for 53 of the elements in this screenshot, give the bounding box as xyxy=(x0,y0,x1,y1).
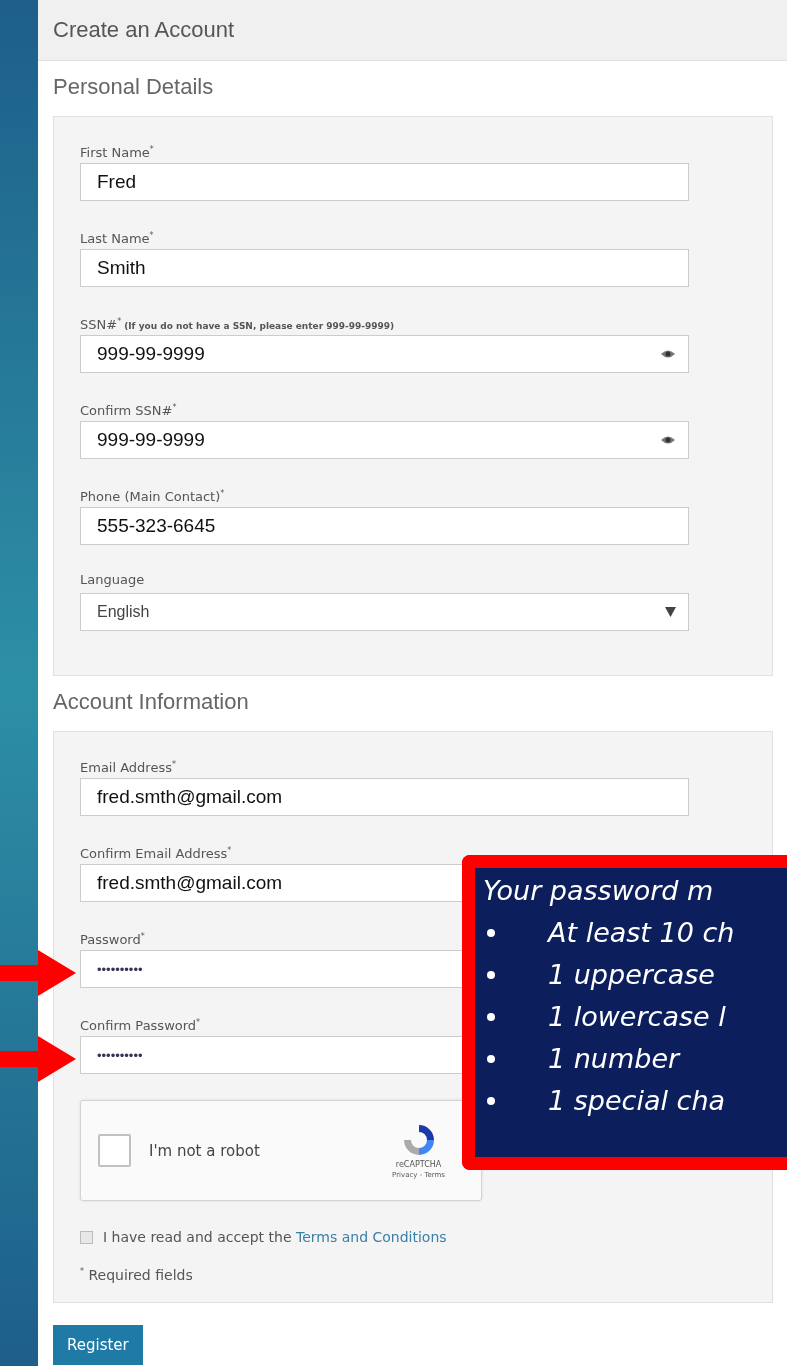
input-field[interactable]: Smith xyxy=(80,249,689,287)
password-dots: •••••••••• xyxy=(97,1047,143,1063)
field-value: fred.smth@gmail.com xyxy=(97,872,283,894)
requirement-text: 1 special cha xyxy=(548,1084,726,1118)
input-field[interactable]: Fred xyxy=(80,163,689,201)
field-note: (If you do not have a SSN, please enter 999-99-9999) xyxy=(124,321,395,331)
input-field[interactable]: 555-323-6645 xyxy=(80,507,689,545)
field-label: Last Name$^{*}$ xyxy=(80,230,154,245)
bullet-icon xyxy=(487,1097,495,1105)
field-label: Language xyxy=(80,571,145,589)
arrow-icon xyxy=(0,1036,76,1082)
field-label: Confirm Email Address$^{*}$ xyxy=(80,845,232,860)
field-label: Confirm SSN#$^{*}$ xyxy=(80,402,177,417)
bullet-icon xyxy=(487,929,495,937)
captcha-label: I'm not a robot xyxy=(149,1141,260,1160)
dropdown-arrow-icon[interactable] xyxy=(665,607,676,617)
password-dots: •••••••••• xyxy=(97,961,143,977)
section-heading: Personal Details xyxy=(53,74,214,100)
field-label: SSN#$^{*}$ xyxy=(80,316,122,331)
captcha-brand: reCAPTCHA xyxy=(395,1160,442,1169)
field-value: Smith xyxy=(97,257,146,279)
register-button[interactable]: Register xyxy=(53,1325,143,1365)
input-field[interactable]: 999-99-9999 xyxy=(80,335,689,373)
arrow-icon xyxy=(0,950,76,996)
field-label: Password$^{*}$ xyxy=(80,931,145,946)
captcha-checkbox[interactable] xyxy=(98,1134,131,1167)
field-value: 999-99-9999 xyxy=(97,343,205,365)
bullet-icon xyxy=(487,1055,495,1063)
eye-icon[interactable] xyxy=(660,435,676,445)
section-heading: Account Information xyxy=(53,689,249,715)
bullet-icon xyxy=(487,1013,495,1021)
terms-text: I have read and accept the Terms and Conditions xyxy=(103,1229,447,1245)
language-dropdown[interactable]: English xyxy=(80,593,689,631)
field-label: Phone (Main Contact)$^{*}$ xyxy=(80,488,225,503)
requirement-text: 1 number xyxy=(548,1042,680,1076)
field-value: 555-323-6645 xyxy=(97,515,216,537)
field-value: English xyxy=(97,603,150,621)
field-value: 999-99-9999 xyxy=(97,429,205,451)
bullet-icon xyxy=(487,971,495,979)
field-value: Fred xyxy=(97,171,137,193)
field-label: Confirm Password$^{*}$ xyxy=(80,1017,201,1032)
page-title: Create an Account xyxy=(53,17,234,43)
input-field[interactable]: 999-99-9999 xyxy=(80,421,689,459)
eye-icon[interactable] xyxy=(660,349,676,359)
requirement-text: At least 10 ch xyxy=(548,916,735,950)
terms-link[interactable]: Terms and Conditions xyxy=(296,1229,447,1245)
field-value: fred.smth@gmail.com xyxy=(97,786,283,808)
required-note: $^{*}$ Required fields xyxy=(80,1267,193,1283)
terms-checkbox[interactable] xyxy=(80,1230,93,1244)
field-label: Email Address$^{*}$ xyxy=(80,759,176,774)
input-field[interactable]: fred.smth@gmail.com xyxy=(80,778,689,816)
field-label: First Name$^{*}$ xyxy=(80,144,154,159)
requirement-text: 1 lowercase l xyxy=(548,1000,726,1034)
